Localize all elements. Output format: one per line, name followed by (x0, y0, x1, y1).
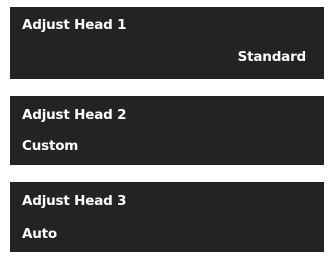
adjust-head-1-panel[interactable]: Adjust Head 1 Standard (10, 7, 324, 79)
adjust-head-3-title: Adjust Head 3 (22, 193, 127, 209)
adjust-head-2-value: Custom (22, 138, 79, 154)
adjust-head-2-panel[interactable]: Adjust Head 2 Custom (10, 96, 324, 165)
adjust-head-3-panel[interactable]: Adjust Head 3 Auto (10, 182, 324, 252)
adjust-head-1-title: Adjust Head 1 (22, 17, 127, 33)
adjust-head-1-value: Standard (237, 49, 307, 65)
adjust-head-3-value: Auto (22, 226, 57, 242)
adjust-head-2-title: Adjust Head 2 (22, 107, 127, 123)
